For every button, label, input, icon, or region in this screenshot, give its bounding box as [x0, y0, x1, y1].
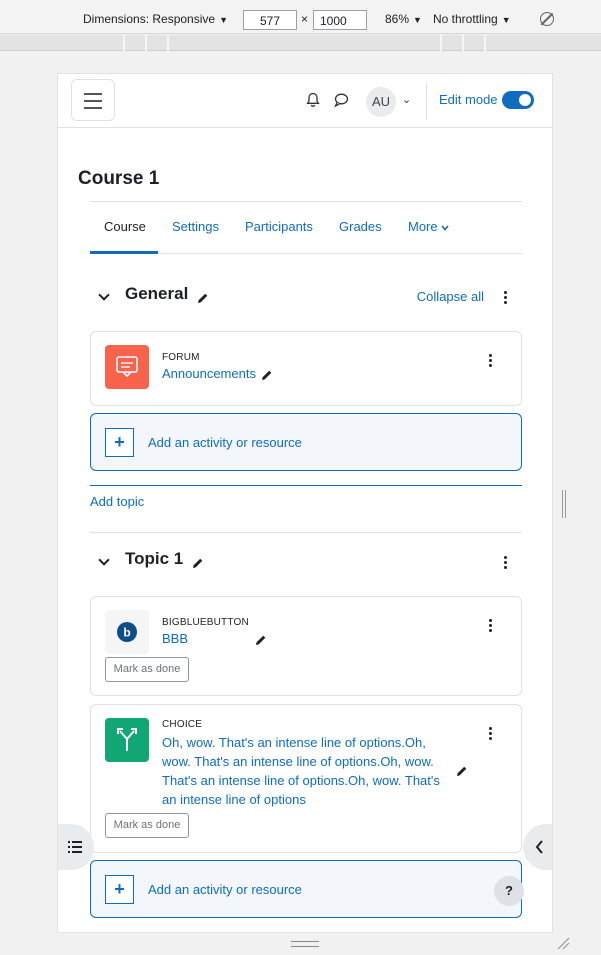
- plus-icon: +: [105, 428, 134, 457]
- mark-as-done-button[interactable]: Mark as done: [105, 657, 189, 682]
- height-input[interactable]: 1000: [313, 10, 367, 30]
- course-tabs: Course Settings Participants Grades More: [90, 202, 522, 254]
- help-button[interactable]: ?: [494, 876, 524, 906]
- chevron-down-icon[interactable]: ⌄: [402, 93, 411, 106]
- dimensions-dropdown[interactable]: Dimensions: Responsive ▼: [83, 12, 228, 26]
- avatar[interactable]: AU: [366, 87, 396, 117]
- activity-card-choice: CHOICE Oh, wow. That's an intense line o…: [90, 704, 522, 853]
- message-icon[interactable]: [333, 92, 349, 108]
- width-input[interactable]: 577: [243, 10, 297, 30]
- divider: [90, 485, 522, 486]
- edit-mode-label: Edit mode: [439, 92, 498, 107]
- chevron-down-icon: [441, 225, 449, 231]
- activity-card-bigbluebutton: b BIGBLUEBUTTON BBB Mark as done: [90, 596, 522, 696]
- activity-type: BIGBLUEBUTTON: [162, 617, 249, 628]
- hamburger-icon: [84, 93, 102, 95]
- tab-settings[interactable]: Settings: [172, 219, 219, 234]
- add-topic-link[interactable]: Add topic: [90, 494, 144, 509]
- activity-type: FORUM: [162, 352, 200, 363]
- kebab-menu-icon[interactable]: [504, 291, 508, 305]
- page-title: Course 1: [78, 168, 160, 189]
- kebab-menu-icon[interactable]: [504, 556, 508, 570]
- divider: [90, 932, 522, 933]
- add-activity-label: Add an activity or resource: [148, 435, 302, 450]
- navbar: AU ⌄ Edit mode: [58, 74, 552, 128]
- tab-more[interactable]: More: [408, 219, 449, 234]
- pencil-icon[interactable]: [456, 765, 468, 777]
- add-activity-button[interactable]: + Add an activity or resource: [90, 860, 522, 918]
- activity-link[interactable]: BBB: [162, 629, 188, 648]
- choice-icon: [105, 718, 149, 762]
- rotate-icon[interactable]: [540, 12, 554, 26]
- course-index-drawer-toggle[interactable]: [58, 824, 94, 870]
- dropdown-caret-icon: ▼: [219, 15, 228, 25]
- add-activity-label: Add an activity or resource: [148, 882, 302, 897]
- activity-name-line: Oh, wow. That's an intense line of optio…: [162, 735, 426, 750]
- zoom-dropdown[interactable]: 86% ▼: [385, 12, 422, 26]
- active-tab-indicator: [90, 251, 158, 254]
- media-query-ruler: [0, 35, 601, 51]
- tab-participants[interactable]: Participants: [245, 219, 313, 234]
- tab-more-label: More: [408, 219, 438, 234]
- bell-icon[interactable]: [305, 92, 321, 108]
- activity-type: CHOICE: [162, 719, 203, 730]
- kebab-menu-icon[interactable]: [489, 354, 493, 368]
- times-sign: ×: [301, 12, 309, 26]
- edit-mode-toggle[interactable]: [502, 91, 534, 109]
- chevron-down-icon[interactable]: [98, 554, 110, 566]
- device-viewport: AU ⌄ Edit mode Course 1 Course Settings …: [57, 73, 553, 933]
- activity-name-line: an intense line of options: [162, 792, 306, 807]
- tab-grades[interactable]: Grades: [339, 219, 382, 234]
- activity-name-line: wow. That's an intense line of options.O…: [162, 754, 434, 769]
- activity-name-line: That's an intense line of options.Oh, wo…: [162, 773, 440, 788]
- chevron-down-icon[interactable]: [98, 289, 110, 301]
- chevron-left-icon: [535, 840, 543, 854]
- kebab-menu-icon[interactable]: [489, 727, 493, 741]
- mark-as-done-button[interactable]: Mark as done: [105, 813, 189, 838]
- bigbluebutton-icon: b: [105, 610, 149, 654]
- throttling-dropdown[interactable]: No throttling ▼: [433, 12, 511, 26]
- dimensions-label: Dimensions: Responsive: [83, 12, 216, 26]
- list-icon: [68, 841, 82, 853]
- resize-corner-icon[interactable]: [556, 936, 570, 950]
- resize-handle-right[interactable]: [562, 490, 566, 518]
- divider: [90, 532, 522, 533]
- pencil-icon[interactable]: [255, 634, 267, 646]
- svg-text:b: b: [123, 626, 130, 640]
- section-title: General: [125, 284, 189, 303]
- activity-link[interactable]: Oh, wow. That's an intense line of optio…: [162, 733, 440, 809]
- dropdown-caret-icon: ▼: [413, 15, 422, 25]
- plus-icon: +: [105, 875, 134, 904]
- pencil-icon[interactable]: [261, 369, 273, 381]
- activity-link[interactable]: Announcements: [162, 364, 256, 383]
- menu-button[interactable]: [71, 79, 115, 121]
- forum-icon: [105, 345, 149, 389]
- throttling-label: No throttling: [433, 12, 498, 26]
- section-title: Topic 1: [125, 549, 184, 568]
- block-drawer-toggle[interactable]: [523, 824, 552, 870]
- tab-course[interactable]: Course: [104, 219, 146, 234]
- dropdown-caret-icon: ▼: [501, 15, 511, 25]
- kebab-menu-icon[interactable]: [489, 619, 493, 633]
- devtools-toolbar: Dimensions: Responsive ▼ 577 × 1000 86% ▼ …: [0, 0, 601, 34]
- divider: [426, 82, 427, 120]
- resize-handle-bottom[interactable]: [291, 941, 319, 947]
- zoom-label: 86%: [385, 12, 410, 26]
- pencil-icon[interactable]: [197, 292, 209, 304]
- collapse-all-link[interactable]: Collapse all: [417, 289, 484, 304]
- section-header-general: General Collapse all: [90, 283, 522, 313]
- pencil-icon[interactable]: [192, 557, 204, 569]
- activity-card-forum: FORUM Announcements: [90, 331, 522, 406]
- section-header-topic1: Topic 1: [90, 548, 522, 578]
- add-activity-button[interactable]: + Add an activity or resource: [90, 413, 522, 471]
